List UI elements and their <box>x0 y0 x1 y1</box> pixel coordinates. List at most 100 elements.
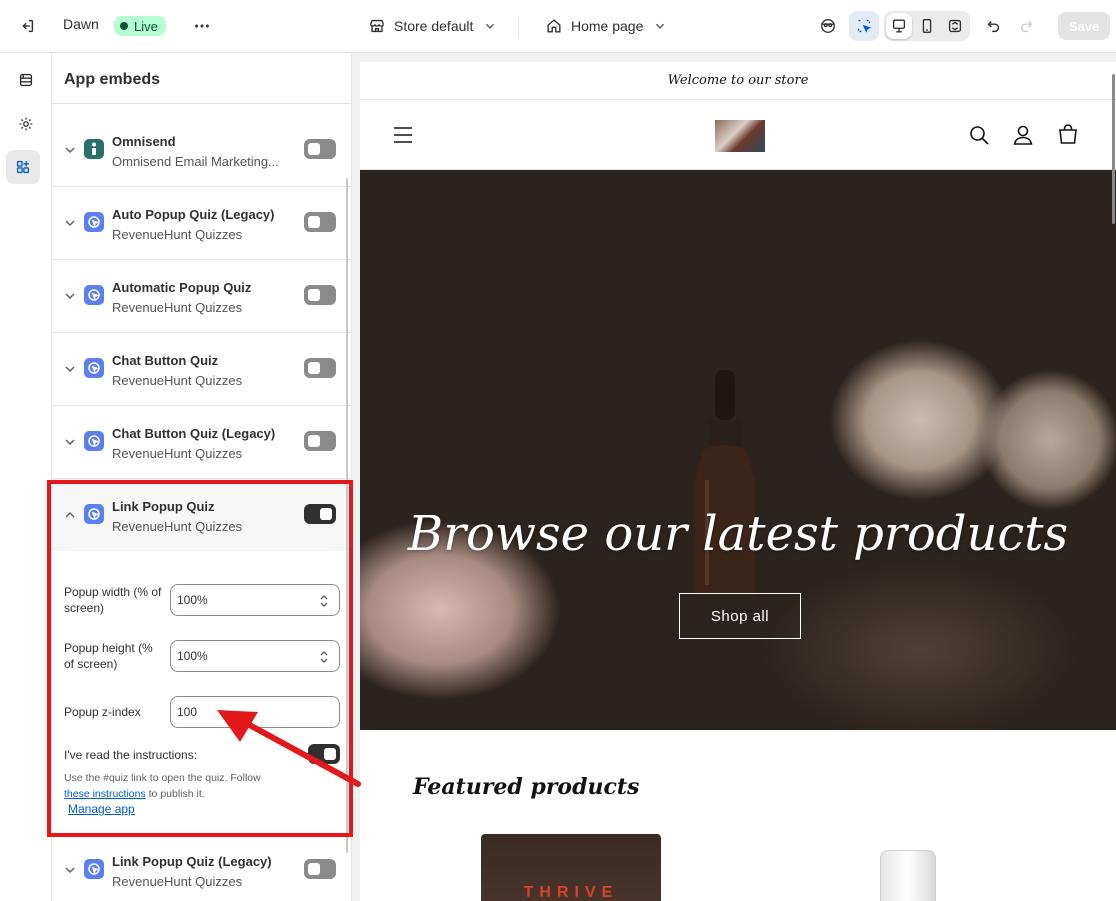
revenuehunt-app-icon <box>84 358 104 378</box>
manage-app-link[interactable]: Manage app <box>68 802 135 816</box>
toggle-knob <box>308 362 320 374</box>
app-embeds-panel: App embeds Omnisend Omnisend Email Marke… <box>52 53 352 901</box>
featured-products-heading: Featured products <box>413 774 640 800</box>
popup-width-label: Popup width (% of screen) <box>64 585 162 615</box>
embed-name: Auto Popup Quiz (Legacy) <box>112 207 275 222</box>
app-embed-automatic-popup-quiz[interactable]: Automatic Popup Quiz RevenueHunt Quizzes <box>52 260 351 333</box>
embed-toggle[interactable] <box>304 212 336 232</box>
chevron-down-icon[interactable] <box>64 864 76 876</box>
preview-scrollbar[interactable] <box>1112 74 1115 224</box>
embed-name: Chat Button Quiz (Legacy) <box>112 426 276 441</box>
menu-icon[interactable] <box>391 123 415 147</box>
account-icon[interactable] <box>1011 123 1035 147</box>
embed-subtitle: RevenueHunt Quizzes <box>112 874 243 889</box>
live-badge-label: Live <box>134 18 158 34</box>
select-arrows-icon <box>320 595 328 607</box>
chevron-down-icon <box>656 23 665 29</box>
panel-scrollbar[interactable] <box>346 178 348 853</box>
embed-subtitle: RevenueHunt Quizzes <box>112 227 243 242</box>
cart-icon[interactable] <box>1056 123 1080 147</box>
embed-toggle[interactable] <box>304 358 336 378</box>
fullscreen-view-icon[interactable] <box>942 13 968 39</box>
hero-title: Browse our latest products <box>407 506 1069 562</box>
exit-icon[interactable] <box>12 11 42 41</box>
live-badge: Live <box>114 16 166 36</box>
embed-name: Link Popup Quiz <box>112 499 215 514</box>
theme-name: Dawn <box>63 16 99 32</box>
product-label: THRIVE <box>523 884 619 901</box>
chevron-down-icon[interactable] <box>64 217 76 229</box>
popup-height-select[interactable]: 100% <box>170 640 340 672</box>
panel-divider <box>52 103 351 104</box>
omnisend-app-icon <box>84 139 104 159</box>
device-switcher <box>884 11 970 41</box>
instructions-toggle[interactable] <box>308 744 340 764</box>
revenuehunt-app-icon <box>84 431 104 451</box>
page-selector[interactable]: Home page <box>545 17 669 35</box>
store-header <box>360 100 1116 170</box>
instructions-label: I've read the instructions: <box>64 748 198 762</box>
chevron-down-icon[interactable] <box>64 144 76 156</box>
embed-toggle[interactable] <box>304 431 336 451</box>
embed-toggle[interactable] <box>304 285 336 305</box>
popup-height-value: 100% <box>177 649 208 663</box>
embed-toggle[interactable] <box>304 139 336 159</box>
revenuehunt-app-icon <box>84 504 104 524</box>
chevron-up-icon[interactable] <box>64 509 76 521</box>
toggle-knob <box>324 748 336 760</box>
toggle-knob <box>308 216 320 228</box>
instructions-link[interactable]: these instructions <box>64 788 146 800</box>
zindex-input[interactable]: 100 <box>170 696 340 728</box>
select-arrows-icon <box>320 651 328 663</box>
revenuehunt-app-icon <box>84 212 104 232</box>
embed-subtitle: RevenueHunt Quizzes <box>112 519 243 534</box>
app-embed-link-popup-quiz[interactable]: Link Popup Quiz RevenueHunt Quizzes <box>52 479 351 552</box>
top-bar: Dawn Live Store default Home page Save <box>0 0 1116 53</box>
app-embed-chat-button-quiz-legacy[interactable]: Chat Button Quiz (Legacy) RevenueHunt Qu… <box>52 406 351 479</box>
product-card-image[interactable]: THRIVE <box>481 834 661 901</box>
embed-toggle[interactable] <box>304 859 336 879</box>
sections-icon[interactable] <box>11 65 41 95</box>
home-icon <box>547 19 561 33</box>
desktop-view-icon[interactable] <box>886 13 912 39</box>
chevron-down-icon[interactable] <box>64 290 76 302</box>
product-card-image[interactable] <box>880 850 936 901</box>
app-embed-link-popup-quiz-legacy[interactable]: Link Popup Quiz (Legacy) RevenueHunt Qui… <box>52 834 351 901</box>
revenuehunt-app-icon <box>84 285 104 305</box>
instructions-help-text: Use the #quiz link to open the quiz. Fol… <box>64 770 294 802</box>
more-actions-icon[interactable] <box>187 11 217 41</box>
embed-name: Automatic Popup Quiz <box>112 280 252 295</box>
popup-width-value: 100% <box>177 593 208 607</box>
zindex-label: Popup z-index <box>64 705 141 719</box>
app-embeds-icon[interactable] <box>6 150 40 184</box>
chevron-down-icon[interactable] <box>64 363 76 375</box>
app-embed-omnisend[interactable]: Omnisend Omnisend Email Marketing... <box>52 114 351 187</box>
toolbar-divider <box>518 16 519 36</box>
redo-icon[interactable] <box>1011 11 1041 41</box>
zindex-value: 100 <box>177 705 198 719</box>
undo-icon[interactable] <box>979 11 1009 41</box>
popup-width-select[interactable]: 100% <box>170 584 340 616</box>
store-selector-label: Store default <box>394 18 474 34</box>
chevron-down-icon[interactable] <box>64 436 76 448</box>
popup-height-label: Popup height (% of screen) <box>64 641 153 671</box>
embed-name: Omnisend <box>112 134 176 149</box>
theme-settings-icon[interactable] <box>11 109 41 139</box>
store-selector[interactable]: Store default <box>368 17 499 35</box>
accessibility-icon[interactable] <box>813 11 843 41</box>
product-bottle-image <box>695 370 755 595</box>
app-embed-chat-button-quiz[interactable]: Chat Button Quiz RevenueHunt Quizzes <box>52 333 351 406</box>
store-logo[interactable] <box>715 120 765 152</box>
embed-subtitle: RevenueHunt Quizzes <box>112 373 243 388</box>
app-embed-auto-popup-quiz-legacy[interactable]: Auto Popup Quiz (Legacy) RevenueHunt Qui… <box>52 187 351 260</box>
search-icon[interactable] <box>967 123 991 147</box>
embed-toggle[interactable] <box>304 504 336 524</box>
shop-all-button[interactable]: Shop all <box>679 593 801 639</box>
announcement-bar: Welcome to our store <box>360 62 1116 100</box>
mobile-view-icon[interactable] <box>914 13 940 39</box>
link-popup-quiz-settings: Popup width (% of screen) 100% Popup hei… <box>52 551 351 831</box>
toggle-knob <box>308 289 320 301</box>
inspector-toggle-icon[interactable] <box>849 11 879 41</box>
save-button[interactable]: Save <box>1058 12 1110 40</box>
storefront-preview: Welcome to our store Browse our latest p… <box>360 62 1116 901</box>
